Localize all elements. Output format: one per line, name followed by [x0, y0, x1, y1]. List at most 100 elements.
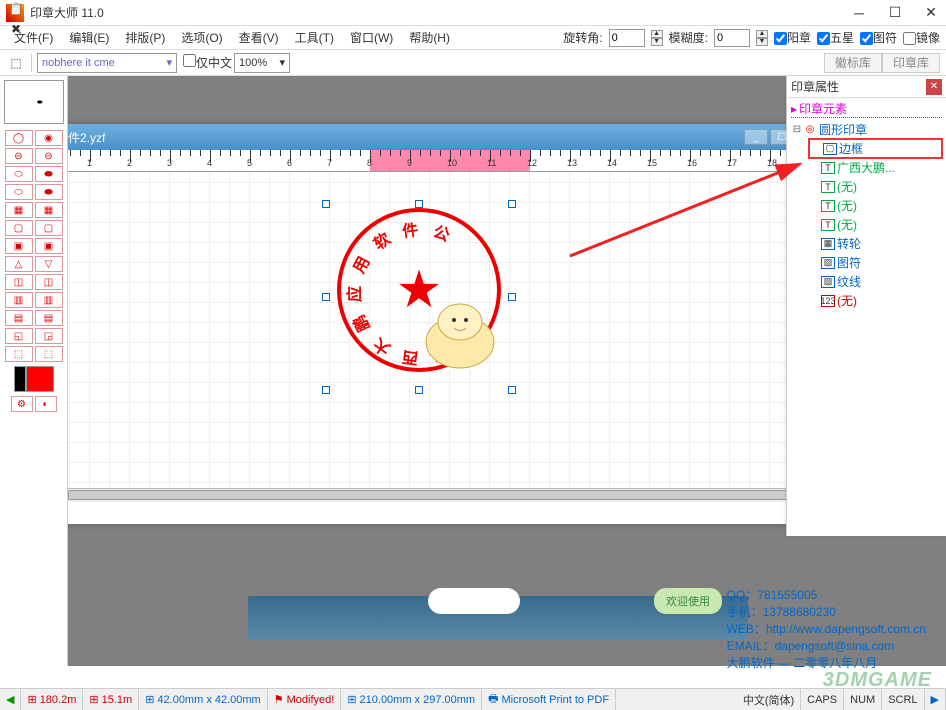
palette-shape-11[interactable]: ▢ [35, 220, 63, 236]
status-y: 15.1m [102, 694, 133, 706]
doc-h-scrollbar[interactable]: ◀ ▶ [68, 488, 812, 502]
toolbar-btn-10[interactable]: ✖ [6, 19, 26, 39]
handle-ne[interactable] [508, 200, 516, 208]
palette-shape-18[interactable]: ▥ [5, 292, 33, 308]
palette-shape-9[interactable]: ▦ [35, 202, 63, 218]
palette-shape-20[interactable]: ▤ [5, 310, 33, 326]
status-scrl: SCRL [882, 689, 924, 710]
blur-label: 模糊度: [669, 29, 708, 46]
palette-shape-3[interactable]: ⊖ [35, 148, 63, 164]
blur-down[interactable]: ▼ [756, 38, 768, 46]
tree-item-7[interactable]: ▨纹线 [809, 272, 942, 291]
palette-shape-16[interactable]: ◫ [5, 274, 33, 290]
zoom-combo[interactable]: 100%▾ [234, 53, 290, 73]
document-window: 文件2.yzf _ ☐ ✕ 01234567891011121314151617… [68, 124, 826, 524]
rotation-up[interactable]: ▲ [651, 30, 663, 38]
chk-star[interactable] [817, 32, 830, 45]
status-size2: 210.00mm x 297.00mm [360, 694, 476, 706]
palette-shape-6[interactable]: ⬭ [5, 184, 33, 200]
palette-shape-23[interactable]: ◲ [35, 328, 63, 344]
tree-item-8[interactable]: 123(无) [809, 291, 942, 310]
palette-shape-15[interactable]: ▽ [35, 256, 63, 272]
palette-shape-5[interactable]: ⬬ [35, 166, 63, 182]
palette-shape-21[interactable]: ▤ [35, 310, 63, 326]
tree-item-6[interactable]: ▧图符 [809, 253, 942, 272]
title-bar: 印章大师 11.0 ─ ☐ ✕ [0, 0, 946, 26]
color-secondary[interactable] [14, 366, 26, 392]
section-elements-title[interactable]: 印章元素 [791, 100, 942, 118]
palette-shape-4[interactable]: ⬭ [5, 166, 33, 182]
contact-email[interactable]: EMAIL：dapengsoft@sina.com [727, 638, 926, 655]
palette-shape-25[interactable]: ⬚ [35, 346, 63, 362]
status-bar: ◀ ⊞180.2m ⊞15.1m ⊞42.00mm x 42.00mm ⚑Mod… [0, 688, 946, 710]
menu-7[interactable]: 帮助(H) [401, 31, 458, 45]
menu-4[interactable]: 查看(V) [231, 31, 287, 45]
toolbar-btn-12[interactable]: ⬚ [6, 53, 26, 73]
contact-phone: 手机：13788680230 [727, 604, 926, 621]
toolbar-btn-9[interactable]: 📋 [6, 0, 26, 19]
palette-shape-8[interactable]: ▦ [5, 202, 33, 218]
tool-b[interactable]: ◐ [35, 396, 57, 412]
palette-shape-0[interactable]: ◯ [5, 130, 33, 146]
palette-shape-17[interactable]: ◫ [35, 274, 63, 290]
minimize-button[interactable]: ─ [850, 4, 868, 22]
app-title: 印章大师 11.0 [30, 4, 104, 21]
handle-s[interactable] [415, 386, 423, 394]
palette-shape-10[interactable]: ▢ [5, 220, 33, 236]
tree-item-5[interactable]: ▦转轮 [809, 234, 942, 253]
panel-close-button[interactable]: ✕ [926, 79, 942, 95]
palette-shape-19[interactable]: ▥ [35, 292, 63, 308]
palette-shape-1[interactable]: ◉ [35, 130, 63, 146]
canvas[interactable]: ★ 广西大鹏应用软件公 ◀ ▶ [68, 172, 826, 502]
tree-item-3[interactable]: T(无) [809, 196, 942, 215]
menu-2[interactable]: 排版(P) [117, 31, 173, 45]
handle-n[interactable] [415, 200, 423, 208]
contact-web[interactable]: WEB：http://www.dapengsoft.com.cn [727, 621, 926, 638]
scroll-thumb[interactable] [68, 490, 788, 500]
menu-6[interactable]: 窗口(W) [342, 31, 401, 45]
nav-last[interactable]: ▶ [925, 689, 946, 710]
palette-shape-13[interactable]: ▣ [35, 238, 63, 254]
font-combo[interactable]: nobhere it cme▾ [37, 53, 177, 73]
tab-stamp-lib[interactable]: 印章库 [882, 53, 940, 73]
doc-filename: 文件2.yzf [68, 129, 105, 146]
status-lang: 中文(简体) [737, 689, 801, 710]
handle-w[interactable] [322, 293, 330, 301]
tree-item-0[interactable]: ▢边框 [809, 139, 942, 158]
bottom-banner: 欢迎使用 [248, 596, 748, 640]
tree-root[interactable]: ⊟◎ 圆形印章 [791, 120, 942, 139]
rotation-down[interactable]: ▼ [651, 38, 663, 46]
chk-tu[interactable] [860, 32, 873, 45]
color-primary[interactable] [26, 366, 54, 392]
maximize-button[interactable]: ☐ [886, 4, 904, 22]
blur-up[interactable]: ▲ [756, 30, 768, 38]
palette-shape-24[interactable]: ⬚ [5, 346, 33, 362]
handle-nw[interactable] [322, 200, 330, 208]
palette-shape-14[interactable]: △ [5, 256, 33, 272]
palette-shape-12[interactable]: ▣ [5, 238, 33, 254]
close-button[interactable]: ✕ [922, 4, 940, 22]
tree-item-4[interactable]: T(无) [809, 215, 942, 234]
menu-1[interactable]: 编辑(E) [61, 31, 117, 45]
menu-5[interactable]: 工具(T) [287, 31, 342, 45]
blur-input[interactable] [714, 29, 750, 47]
menu-3[interactable]: 选项(O) [173, 31, 230, 45]
tree-item-2[interactable]: T(无) [809, 177, 942, 196]
nav-first[interactable]: ◀ [0, 689, 21, 710]
tree-item-1[interactable]: T广西大鹏... [809, 158, 942, 177]
palette-shape-22[interactable]: ◱ [5, 328, 33, 344]
chk-only-cn[interactable] [183, 54, 196, 67]
chk-yang[interactable] [774, 32, 787, 45]
watermark: 3DMGAME [823, 669, 932, 692]
palette-shape-7[interactable]: ⬬ [35, 184, 63, 200]
status-size1: 42.00mm x 42.00mm [157, 694, 260, 706]
rotation-input[interactable] [609, 29, 645, 47]
handle-sw[interactable] [322, 386, 330, 394]
chk-mirror[interactable] [903, 32, 916, 45]
palette-shape-2[interactable]: ⊖ [5, 148, 33, 164]
handle-se[interactable] [508, 386, 516, 394]
doc-min-button[interactable]: _ [744, 129, 768, 145]
doc-titlebar[interactable]: 文件2.yzf _ ☐ ✕ [68, 124, 826, 150]
tab-logo-lib[interactable]: 徽标库 [824, 53, 882, 73]
tool-a[interactable]: ⚙ [11, 396, 33, 412]
